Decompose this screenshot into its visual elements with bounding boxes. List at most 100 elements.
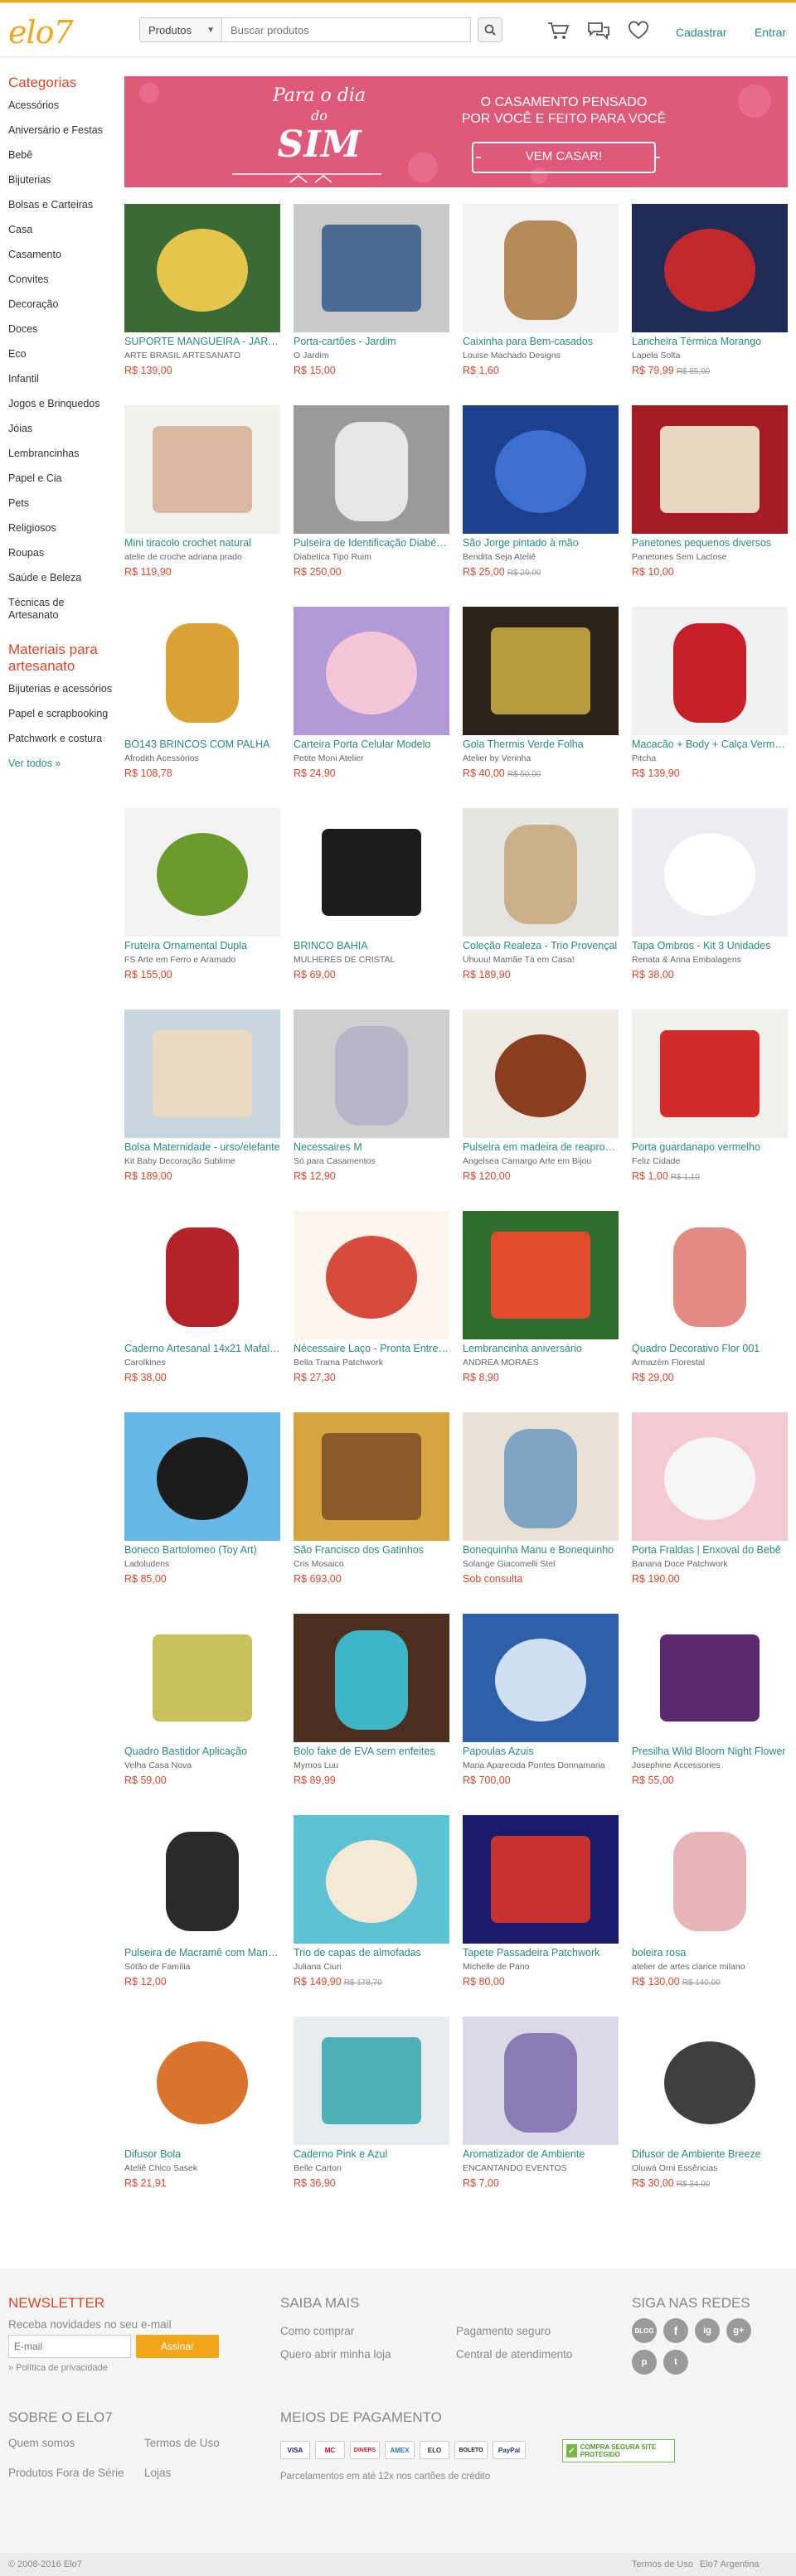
product-shop[interactable]: Michelle de Pano <box>463 1962 619 1972</box>
sidebar-item-bebe[interactable]: Bebê <box>8 149 116 162</box>
product-image[interactable] <box>294 808 449 937</box>
product-image[interactable] <box>294 1211 449 1339</box>
product-shop[interactable]: Armazém Florestal <box>632 1358 788 1368</box>
wedding-banner[interactable]: Para o dia do SIM O CASAMENTO PENSADO PO… <box>124 76 788 187</box>
google-plus-icon[interactable]: g+ <box>726 2318 751 2343</box>
product-shop[interactable]: Angelsea Camargo Arte em Bijou <box>463 1156 619 1166</box>
twitter-icon[interactable]: t <box>663 2350 688 2375</box>
product-title[interactable]: Caderno Pink e Azul <box>294 2148 449 2160</box>
country-link[interactable]: Elo7 Argentina <box>700 2559 760 2569</box>
product-title[interactable]: Difusor Bola <box>124 2148 280 2160</box>
product-image[interactable] <box>124 204 280 332</box>
pinterest-icon[interactable]: p <box>632 2350 657 2375</box>
product-shop[interactable]: Petite Moni Atelier <box>294 753 449 763</box>
product-shop[interactable]: Josephine Accessories <box>632 1760 788 1770</box>
product-title[interactable]: Trio de capas de almofadas <box>294 1947 449 1959</box>
product-image[interactable] <box>632 1412 788 1541</box>
sidebar-item-decoracao[interactable]: Decoração <box>8 298 116 311</box>
product-title[interactable]: Pulseira de Macramê com Mandala <box>124 1947 280 1959</box>
product-card[interactable]: Quadro Bastidor Aplicação Velha Casa Nova… <box>124 1614 280 1786</box>
product-card[interactable]: Aromatizador de Ambiente ENCANTANDO EVENT… <box>463 2017 619 2189</box>
sidebar-item-infantil[interactable]: Infantil <box>8 373 116 385</box>
product-shop[interactable]: MULHERES DE CRISTAL <box>294 955 449 965</box>
subscribe-button[interactable]: Assinar <box>136 2335 219 2358</box>
sidebar-item-tecnicas-de-artesanato[interactable]: Técnicas de Artesanato <box>8 597 116 622</box>
sidebar-item-religiosos[interactable]: Religiosos <box>8 522 116 535</box>
product-shop[interactable]: Belle Carton <box>294 2163 449 2173</box>
product-title[interactable]: Mini tiracolo crochet natural <box>124 537 280 549</box>
product-card[interactable]: Caixinha para Bem-casados Louise Machado … <box>463 204 619 376</box>
product-image[interactable] <box>632 1815 788 1944</box>
product-card[interactable]: SUPORTE MANGUEIRA - JARDIM ARTE BRASIL AR… <box>124 204 280 376</box>
search-button[interactable] <box>478 17 502 42</box>
product-shop[interactable]: Banana Doce Patchwork <box>632 1559 788 1569</box>
sidebar-item-bijuterias-e-acessorios[interactable]: Bijuterias e acessórios <box>8 683 116 695</box>
product-title[interactable]: SUPORTE MANGUEIRA - JARDIM <box>124 336 280 347</box>
product-image[interactable] <box>124 1211 280 1339</box>
see-all-link[interactable]: Ver todos » <box>8 758 116 769</box>
instagram-icon[interactable]: ig <box>695 2318 720 2343</box>
product-image[interactable] <box>632 2017 788 2145</box>
product-card[interactable]: Presilha Wild Bloom Night Flower Josephin… <box>632 1614 788 1786</box>
product-card[interactable]: Fruteira Ornamental Dupla FS Arte em Ferr… <box>124 808 280 981</box>
product-image[interactable] <box>124 1614 280 1742</box>
sidebar-item-lembrancinhas[interactable]: Lembrancinhas <box>8 448 116 460</box>
product-image[interactable] <box>294 405 449 534</box>
product-shop[interactable]: Atelier by Verinha <box>463 753 619 763</box>
product-card[interactable]: Necessaires M Só para Casamentos R$ 12,90 <box>294 1010 449 1182</box>
newsletter-email-input[interactable] <box>8 2335 131 2358</box>
product-shop[interactable]: Mymos Luu <box>294 1760 449 1770</box>
product-shop[interactable]: ARTE BRASIL ARTESANATO <box>124 351 280 361</box>
product-image[interactable] <box>294 1412 449 1541</box>
product-image[interactable] <box>463 607 619 735</box>
product-card[interactable]: Bonequinha Manu e Bonequinho Solange Giac… <box>463 1412 619 1585</box>
footer-link-lojas[interactable]: Lojas <box>144 2460 171 2486</box>
product-card[interactable]: Bolo fake de EVA sem enfeites Mymos Luu R$… <box>294 1614 449 1786</box>
product-card[interactable]: Lancheira Térmica Morango Lapela Solta R$ … <box>632 204 788 376</box>
product-card[interactable]: Difusor Bola Ateliê Chico Sasek R$ 21,91 <box>124 2017 280 2189</box>
product-card[interactable]: Bolsa Maternidade - urso/elefante Kit Bab… <box>124 1010 280 1182</box>
product-shop[interactable]: Solange Giacomelli Stel <box>463 1559 619 1569</box>
product-title[interactable]: Necessaires M <box>294 1141 449 1153</box>
product-title[interactable]: Porta Fraldas | Enxoval do Bebê <box>632 1544 788 1556</box>
product-title[interactable]: Macacão + Body + Calça Vermelho <box>632 738 788 750</box>
product-image[interactable] <box>294 1010 449 1138</box>
product-title[interactable]: Lembrancinha aniversário <box>463 1343 619 1354</box>
product-card[interactable]: Tapa Ombros - Kit 3 Unidades Renata & Ann… <box>632 808 788 981</box>
product-image[interactable] <box>463 405 619 534</box>
product-card[interactable]: São Francisco dos Gatinhos Cris Mosaico R$… <box>294 1412 449 1585</box>
product-shop[interactable]: Renata & Anna Embalagens <box>632 955 788 965</box>
product-shop[interactable]: Só para Casamentos <box>294 1156 449 1166</box>
search-category-select[interactable]: Produtos ▼ <box>139 17 222 42</box>
product-title[interactable]: Bolo fake de EVA sem enfeites <box>294 1746 449 1757</box>
product-card[interactable]: Pulseira de Identificação Diabético Diabe… <box>294 405 449 578</box>
product-shop[interactable]: Sótão de Família <box>124 1962 280 1972</box>
sidebar-item-papel-e-cia[interactable]: Papel e Cia <box>8 472 116 485</box>
product-title[interactable]: Tapete Passadeira Patchwork <box>463 1947 619 1959</box>
footer-link-fora-de-serie[interactable]: Produtos Fora de Série <box>8 2460 133 2486</box>
product-shop[interactable]: atelie de croche adriana prado <box>124 552 280 562</box>
footer-link-central[interactable]: Central de atendimento <box>456 2348 572 2361</box>
product-shop[interactable]: Ladoludens <box>124 1559 280 1569</box>
product-card[interactable]: Tapete Passadeira Patchwork Michelle de P… <box>463 1815 619 1988</box>
product-image[interactable] <box>463 204 619 332</box>
product-card[interactable]: Porta guardanapo vermelho Feliz Cidade R$ … <box>632 1010 788 1182</box>
product-card[interactable]: Pulseira em madeira de reaproveitamento A… <box>463 1010 619 1182</box>
product-shop[interactable]: Kit Baby Decoração Sublime <box>124 1156 280 1166</box>
product-image[interactable] <box>124 405 280 534</box>
blog-icon[interactable]: BLOG <box>632 2318 657 2343</box>
product-image[interactable] <box>632 1010 788 1138</box>
footer-link-pagamento-seguro[interactable]: Pagamento seguro <box>456 2325 551 2337</box>
login-link[interactable]: Entrar <box>755 26 786 39</box>
messages-icon[interactable] <box>587 21 610 41</box>
product-image[interactable] <box>463 808 619 937</box>
sidebar-item-patchwork-e-costura[interactable]: Patchwork e costura <box>8 733 116 745</box>
product-image[interactable] <box>632 1614 788 1742</box>
sidebar-item-eco[interactable]: Eco <box>8 348 116 361</box>
product-card[interactable]: Lembrancinha aniversário ANDREA MORAES R$ … <box>463 1211 619 1383</box>
product-card[interactable]: Mini tiracolo crochet natural atelie de c… <box>124 405 280 578</box>
sidebar-item-casa[interactable]: Casa <box>8 224 116 236</box>
product-title[interactable]: Coleção Realeza - Trio Provençal <box>463 940 619 951</box>
product-title[interactable]: Papoulas Azuis <box>463 1746 619 1757</box>
product-title[interactable]: Bonequinha Manu e Bonequinho <box>463 1544 619 1556</box>
